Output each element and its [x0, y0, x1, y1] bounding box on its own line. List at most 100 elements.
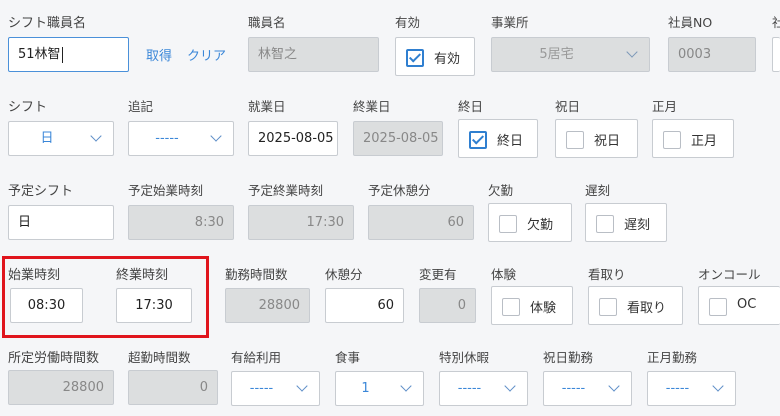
end-time-input[interactable]: 17:30: [116, 288, 192, 323]
staff-name-label: 職員名: [248, 15, 286, 30]
overtime-label: 超勤時間数: [128, 350, 191, 365]
note-select[interactable]: -----: [128, 121, 234, 156]
chevron-down-icon: [504, 380, 516, 392]
late-label: 遅刻: [585, 183, 611, 198]
extra-field[interactable]: [772, 37, 780, 72]
checkbox-empty-icon: [499, 215, 517, 233]
shift-value: 日: [40, 131, 54, 146]
chevron-down-icon: [210, 130, 222, 142]
new-year-checkbox-label: 正月: [691, 134, 718, 149]
shift-select[interactable]: 日: [8, 121, 114, 156]
meal-select[interactable]: 1: [335, 371, 424, 406]
checkbox-empty-icon: [599, 298, 617, 316]
paid-leave-select[interactable]: -----: [231, 371, 320, 406]
checkbox-empty-icon: [596, 215, 614, 233]
shift-staff-name-value: 51林智: [18, 47, 61, 62]
on-call-checkbox[interactable]: OC: [698, 286, 780, 325]
absence-checkbox-label: 欠勤: [527, 218, 554, 233]
break-minutes-label: 休憩分: [325, 267, 363, 282]
work-seconds-label: 勤務時間数: [225, 267, 288, 282]
valid-checkbox-label: 有効: [434, 52, 461, 67]
work-start-date-input[interactable]: 2025-08-05: [248, 121, 338, 156]
checkbox-empty-icon: [502, 298, 520, 316]
on-call-checkbox-label: OC: [737, 297, 757, 312]
holiday-checkbox[interactable]: 祝日: [555, 119, 638, 158]
holiday-work-value: -----: [561, 381, 586, 396]
all-day-checkbox-label: 終日: [497, 134, 524, 149]
valid-checkbox[interactable]: 有効: [395, 37, 475, 76]
note-value: -----: [155, 131, 179, 146]
trial-label: 体験: [491, 267, 517, 282]
special-leave-label: 特別休暇: [439, 350, 490, 365]
extra-label: 社: [772, 15, 780, 30]
note-label: 追記: [128, 99, 154, 114]
paid-leave-value: -----: [249, 381, 274, 396]
meal-value: 1: [361, 381, 370, 396]
start-time-input[interactable]: 08:30: [10, 288, 83, 323]
planned-break-field: 60: [368, 205, 474, 240]
end-of-life-label: 看取り: [588, 267, 626, 282]
scheduled-labor-label: 所定労働時間数: [8, 351, 100, 366]
work-end-date-field: 2025-08-05: [353, 121, 443, 156]
chevron-down-icon: [608, 380, 620, 392]
new-year-checkbox[interactable]: 正月: [652, 119, 734, 158]
absence-checkbox[interactable]: 欠勤: [488, 203, 572, 242]
end-time-label: 終業時刻: [116, 268, 169, 283]
office-select: 5居宅: [491, 37, 650, 72]
checkbox-checked-icon: [406, 49, 424, 67]
change-field: 0: [419, 288, 476, 323]
employee-no-label: 社員NO: [668, 15, 713, 30]
new-year-work-select[interactable]: -----: [647, 371, 736, 406]
planned-start-label: 予定始業時刻: [128, 183, 204, 198]
planned-shift-label: 予定シフト: [8, 184, 74, 199]
office-label: 事業所: [491, 15, 529, 30]
all-day-checkbox[interactable]: 終日: [458, 119, 538, 158]
end-of-life-checkbox-label: 看取り: [627, 301, 667, 316]
trial-checkbox[interactable]: 体験: [491, 286, 573, 325]
planned-end-label: 予定終業時刻: [248, 183, 324, 198]
staff-name-field: 林智之: [248, 37, 379, 72]
absence-label: 欠勤: [488, 183, 514, 198]
special-leave-select[interactable]: -----: [439, 371, 528, 406]
fetch-link[interactable]: 取得: [146, 45, 172, 64]
checkbox-empty-icon: [709, 298, 727, 316]
special-leave-value: -----: [457, 381, 482, 396]
new-year-work-label: 正月勤務: [647, 350, 698, 365]
planned-break-label: 予定休憩分: [368, 183, 431, 198]
late-checkbox[interactable]: 遅刻: [585, 203, 667, 242]
trial-checkbox-label: 体験: [530, 301, 557, 316]
chevron-down-icon: [712, 380, 724, 392]
clear-link[interactable]: クリア: [187, 45, 226, 64]
meal-label: 食事: [335, 350, 361, 365]
employee-no-field: 0003: [668, 37, 756, 72]
break-minutes-input[interactable]: 60: [325, 288, 404, 323]
on-call-label: オンコール: [698, 267, 761, 282]
shift-staff-name-input[interactable]: 51林智: [8, 37, 129, 72]
office-value: 5居宅: [539, 47, 574, 62]
planned-shift-input[interactable]: 日: [8, 205, 114, 240]
chevron-down-icon: [296, 380, 308, 392]
text-caret: [61, 46, 63, 63]
holiday-checkbox-label: 祝日: [594, 134, 621, 149]
checkbox-empty-icon: [566, 131, 584, 149]
chevron-down-icon: [400, 380, 412, 392]
paid-leave-label: 有給利用: [231, 350, 282, 365]
planned-end-field: 17:30: [248, 205, 354, 240]
checkbox-empty-icon: [663, 131, 681, 149]
end-of-life-checkbox[interactable]: 看取り: [588, 286, 683, 325]
all-day-label: 終日: [458, 99, 484, 114]
holiday-label: 祝日: [555, 99, 581, 114]
new-year-work-value: -----: [665, 381, 690, 396]
chevron-down-icon: [90, 130, 102, 142]
holiday-work-select[interactable]: -----: [543, 371, 632, 406]
overtime-field: 0: [128, 370, 218, 405]
work-seconds-field: 28800: [225, 288, 310, 323]
work-end-date-label: 終業日: [353, 99, 391, 114]
planned-start-field: 8:30: [128, 205, 234, 240]
shift-staff-name-label: シフト職員名: [8, 16, 87, 31]
shift-label: シフト: [8, 100, 48, 115]
new-year-label: 正月: [652, 99, 678, 114]
chevron-down-icon: [626, 46, 638, 58]
work-start-date-label: 就業日: [248, 99, 286, 114]
checkbox-checked-icon: [469, 131, 487, 149]
